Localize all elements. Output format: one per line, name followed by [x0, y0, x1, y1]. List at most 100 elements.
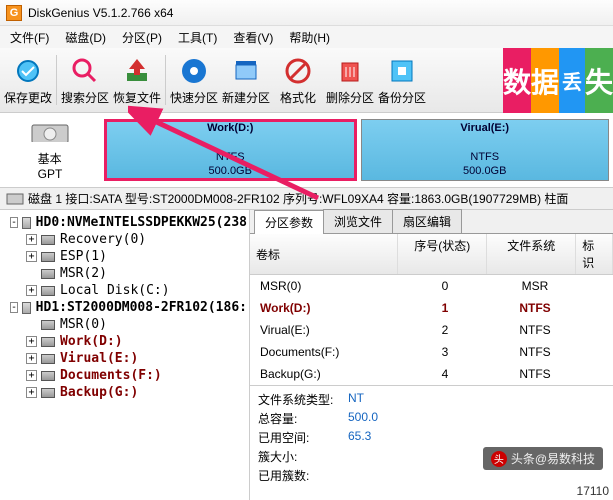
- hdd-icon: [22, 302, 31, 314]
- tool-icon: [121, 55, 153, 87]
- tool-icon: [178, 55, 210, 87]
- expand-icon[interactable]: +: [26, 234, 37, 245]
- tab[interactable]: 浏览文件: [323, 209, 393, 233]
- ad-banner[interactable]: 数 据 丢 失: [503, 48, 613, 113]
- column-header[interactable]: 标识: [576, 234, 613, 274]
- disk-status: 磁盘 1 接口:SATA 型号:ST2000DM008-2FR102 序列号:W…: [0, 188, 613, 210]
- disk-bar: 基本GPT Work(D:)NTFS500.0GBVirual(E:)NTFS5…: [0, 113, 613, 188]
- partition-icon: [41, 269, 55, 279]
- expand-icon[interactable]: +: [26, 251, 37, 262]
- tool-label: 新建分区: [222, 89, 270, 106]
- toolbar: 保存更改搜索分区恢复文件快速分区新建分区格式化删除分区备份分区 数 据 丢 失: [0, 48, 613, 113]
- menu-item[interactable]: 磁盘(D): [59, 27, 112, 48]
- toolbar-格式化[interactable]: 格式化: [272, 50, 324, 110]
- expand-icon[interactable]: +: [26, 387, 37, 398]
- tabs: 分区参数浏览文件扇区编辑: [250, 210, 613, 234]
- tool-label: 删除分区: [326, 89, 374, 106]
- device-tree[interactable]: -HD0:NVMeINTELSSDPEKKW25(238+Recovery(0)…: [0, 210, 250, 500]
- tree-disk[interactable]: -HD0:NVMeINTELSSDPEKKW25(238: [2, 214, 247, 231]
- window-title: DiskGenius V5.1.2.766 x64: [28, 6, 173, 20]
- partition-icon: [41, 388, 55, 398]
- table-row[interactable]: Virual(E:)2NTFS: [250, 319, 613, 341]
- table-row[interactable]: Work(D:)1NTFS: [250, 297, 613, 319]
- tool-icon: [230, 55, 262, 87]
- menu-item[interactable]: 文件(F): [4, 27, 55, 48]
- partition-block[interactable]: Work(D:)NTFS500.0GB: [104, 119, 357, 181]
- table-row[interactable]: MSR(0)0MSR: [250, 275, 613, 297]
- disk-info: 基本GPT: [0, 113, 100, 187]
- expand-icon[interactable]: +: [26, 285, 37, 296]
- menubar: 文件(F)磁盘(D)分区(P)工具(T)查看(V)帮助(H): [0, 26, 613, 48]
- expand-icon[interactable]: -: [10, 302, 18, 313]
- toolbar-保存更改[interactable]: 保存更改: [2, 50, 54, 110]
- tool-label: 格式化: [280, 89, 316, 106]
- banner-char: 数: [503, 48, 531, 113]
- partition-icon: [41, 337, 55, 347]
- toolbar-快速分区[interactable]: 快速分区: [168, 50, 220, 110]
- tree-partition[interactable]: +Virual(E:): [2, 350, 247, 367]
- banner-char: 失: [585, 48, 613, 113]
- tool-icon: [282, 55, 314, 87]
- tool-label: 快速分区: [170, 89, 218, 106]
- expand-icon[interactable]: +: [26, 353, 37, 364]
- partition-icon: [41, 354, 55, 364]
- tree-partition[interactable]: +Work(D:): [2, 333, 247, 350]
- expand-icon[interactable]: +: [26, 370, 37, 381]
- tree-partition[interactable]: +Local Disk(C:): [2, 282, 247, 299]
- tree-partition[interactable]: +Recovery(0): [2, 231, 247, 248]
- tool-icon: [334, 55, 366, 87]
- tab[interactable]: 扇区编辑: [392, 209, 462, 233]
- menu-item[interactable]: 查看(V): [227, 27, 279, 48]
- disk-small-icon: [6, 192, 24, 206]
- partition-block[interactable]: Virual(E:)NTFS500.0GB: [361, 119, 610, 181]
- tool-label: 搜索分区: [61, 89, 109, 106]
- menu-item[interactable]: 分区(P): [116, 27, 168, 48]
- app-icon: G: [6, 5, 22, 21]
- expand-icon[interactable]: -: [10, 217, 18, 228]
- tab[interactable]: 分区参数: [254, 210, 324, 234]
- detail-row: 总容量:500.0: [258, 409, 605, 428]
- tool-label: 保存更改: [4, 89, 52, 106]
- partition-icon: [41, 252, 55, 262]
- table-row[interactable]: Backup(G:)4NTFS: [250, 363, 613, 385]
- toolbar-搜索分区[interactable]: 搜索分区: [59, 50, 111, 110]
- tool-icon: [69, 55, 101, 87]
- toolbar-删除分区[interactable]: 删除分区: [324, 50, 376, 110]
- column-header[interactable]: 序号(状态): [398, 234, 487, 274]
- tool-icon: [12, 55, 44, 87]
- tree-partition[interactable]: +Backup(G:): [2, 384, 247, 401]
- partition-strip: Work(D:)NTFS500.0GBVirual(E:)NTFS500.0GB: [100, 113, 613, 187]
- menu-item[interactable]: 帮助(H): [283, 27, 336, 48]
- hdd-icon: [22, 217, 31, 229]
- watermark-icon: 头: [491, 451, 507, 467]
- bottom-number: 17110: [577, 484, 609, 498]
- tree-partition[interactable]: MSR(0): [2, 316, 247, 333]
- table-header: 卷标序号(状态)文件系统标识: [250, 234, 613, 275]
- toolbar-新建分区[interactable]: 新建分区: [220, 50, 272, 110]
- menu-item[interactable]: 工具(T): [172, 27, 223, 48]
- tree-partition[interactable]: +Documents(F:): [2, 367, 247, 384]
- toolbar-恢复文件[interactable]: 恢复文件: [111, 50, 163, 110]
- titlebar: G DiskGenius V5.1.2.766 x64: [0, 0, 613, 26]
- detail-row: 已用空间:65.3: [258, 428, 605, 447]
- expand-icon[interactable]: +: [26, 336, 37, 347]
- partition-icon: [41, 286, 55, 296]
- details-panel: 文件系统类型:NT总容量:500.0已用空间:65.3簇大小:已用簇数:: [250, 385, 613, 489]
- banner-char: 丢: [559, 48, 585, 113]
- tool-icon: [386, 55, 418, 87]
- column-header[interactable]: 卷标: [250, 234, 398, 274]
- toolbar-备份分区[interactable]: 备份分区: [376, 50, 428, 110]
- table-row[interactable]: Documents(F:)3NTFS: [250, 341, 613, 363]
- tree-partition[interactable]: +ESP(1): [2, 248, 247, 265]
- banner-char: 据: [531, 48, 559, 113]
- tree-partition[interactable]: MSR(2): [2, 265, 247, 282]
- tree-disk[interactable]: -HD1:ST2000DM008-2FR102(186:: [2, 299, 247, 316]
- partition-icon: [41, 320, 55, 330]
- tool-label: 恢复文件: [113, 89, 161, 106]
- tool-label: 备份分区: [378, 89, 426, 106]
- partition-icon: [41, 235, 55, 245]
- column-header[interactable]: 文件系统: [487, 234, 576, 274]
- watermark: 头 头条@易数科技: [483, 447, 603, 470]
- detail-row: 文件系统类型:NT: [258, 390, 605, 409]
- partition-icon: [41, 371, 55, 381]
